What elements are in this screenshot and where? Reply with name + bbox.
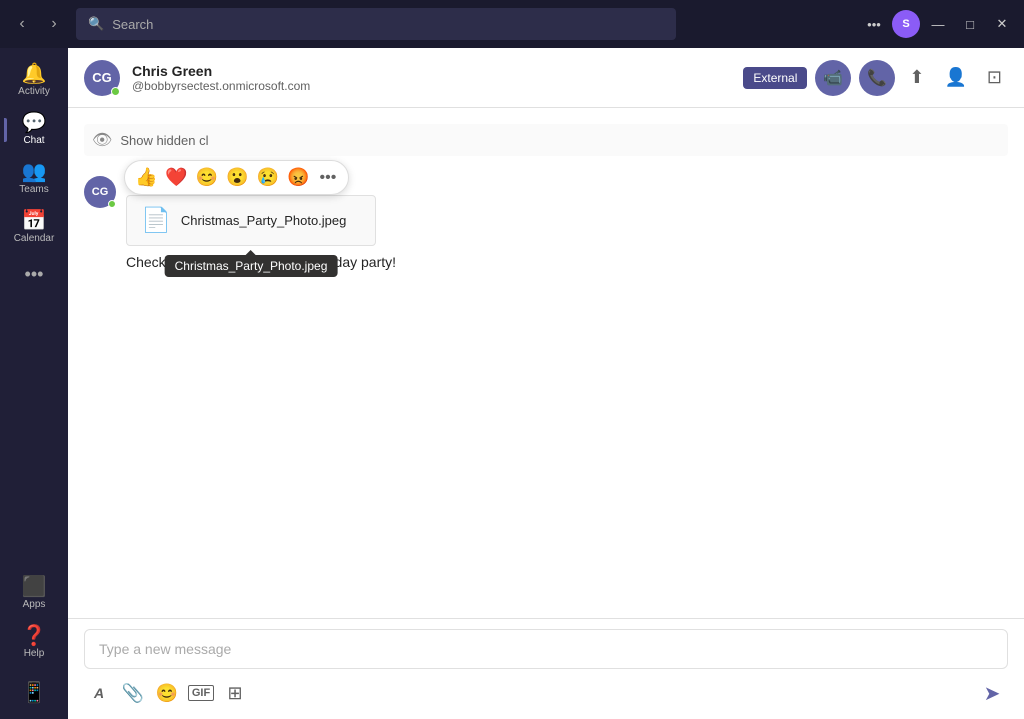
sidebar-label-chat: Chat (23, 135, 44, 146)
reaction-heart[interactable]: ❤️ (163, 165, 189, 190)
message-avatar: CG (84, 176, 116, 208)
user-avatar-button[interactable]: S (892, 10, 920, 38)
file-name: Christmas_Party_Photo.jpeg (181, 213, 346, 228)
share-icon: ⬆ (909, 67, 924, 88)
expand-icon: ⊡ (987, 67, 1002, 88)
message-input-box[interactable]: Type a new message (84, 629, 1008, 669)
sidebar-item-apps[interactable]: ⬛ Apps (8, 569, 60, 618)
chat-header: CG Chris Green @bobbyrsectest.onmicrosof… (68, 48, 1024, 108)
back-button[interactable]: ‹ (8, 10, 36, 38)
attach-button[interactable]: 📎 (118, 678, 148, 708)
sticker-button[interactable]: ⊞ (220, 678, 250, 708)
sidebar-more-dots[interactable]: ••• (25, 252, 44, 297)
emoji-button[interactable]: 😊 (152, 678, 182, 708)
chat-panel: CG Chris Green @bobbyrsectest.onmicrosof… (68, 48, 1024, 719)
sidebar-label-help: Help (24, 648, 45, 659)
file-attachment[interactable]: 📄 Christmas_Party_Photo.jpeg Christmas_P… (126, 195, 376, 246)
add-people-button[interactable]: 👤 (938, 61, 972, 94)
chat-icon: 💬 (22, 113, 47, 133)
message-text: Check out this photo from the holiday pa… (126, 254, 1008, 270)
input-toolbar: A 📎 😊 GIF ⊞ ➤ (84, 677, 1008, 709)
people-icon: 👤 (944, 67, 966, 88)
sidebar: 🔔 Activity 💬 Chat 👥 Teams 📅 Calendar •••… (0, 48, 68, 719)
content-area: CG Chris Green @bobbyrsectest.onmicrosof… (68, 48, 1024, 719)
search-input[interactable] (112, 17, 664, 32)
share-screen-button[interactable]: ⬆ (903, 61, 930, 94)
sidebar-item-activity[interactable]: 🔔 Activity (8, 56, 60, 105)
sidebar-item-help[interactable]: ❓ Help (8, 618, 60, 667)
reaction-smile[interactable]: 😊 (194, 165, 220, 190)
gif-button[interactable]: GIF (186, 678, 216, 708)
chat-messages[interactable]: 👁 Show hidden cl 👍 ❤️ 😊 😮 😢 😡 ••• (68, 108, 1024, 618)
maximize-button[interactable]: □ (956, 10, 984, 38)
calendar-icon: 📅 (22, 211, 47, 231)
more-options-button[interactable]: ••• (860, 10, 888, 38)
pop-out-button[interactable]: ⊡ (981, 61, 1008, 94)
help-icon: ❓ (22, 626, 47, 646)
video-call-button[interactable]: 📹 (815, 60, 851, 96)
contact-info: Chris Green @bobbyrsectest.onmicrosoft.c… (132, 63, 731, 93)
eye-icon: 👁 (92, 130, 112, 150)
call-icon: 📞 (867, 68, 887, 88)
contact-name: Chris Green (132, 63, 731, 79)
message-group: 👍 ❤️ 😊 😮 😢 😡 ••• CG Chris (84, 176, 1008, 270)
video-icon: 📹 (823, 68, 843, 88)
sidebar-item-phone[interactable]: 📱 (8, 675, 60, 711)
contact-avatar: CG (84, 60, 120, 96)
sidebar-item-chat[interactable]: 💬 Chat (8, 105, 60, 154)
search-icon: 🔍 (88, 16, 104, 32)
audio-call-button[interactable]: 📞 (859, 60, 895, 96)
reaction-thumbsup[interactable]: 👍 (133, 165, 159, 190)
contact-email: @bobbyrsectest.onmicrosoft.com (132, 79, 731, 93)
activity-icon: 🔔 (22, 64, 47, 84)
file-icon: 📄 (141, 206, 171, 235)
attach-icon: 📎 (122, 683, 144, 704)
nav-buttons: ‹ › (8, 10, 68, 38)
title-bar: ‹ › 🔍 ••• S — □ ✕ (0, 0, 1024, 48)
reaction-sad[interactable]: 😢 (255, 165, 281, 190)
gif-label: GIF (188, 685, 214, 701)
sidebar-label-teams: Teams (19, 184, 48, 195)
hidden-chats-bar[interactable]: 👁 Show hidden cl (84, 124, 1008, 156)
send-button[interactable]: ➤ (976, 677, 1008, 709)
phone-icon: 📱 (22, 683, 47, 703)
message-input-area: Type a new message A 📎 😊 GIF (68, 618, 1024, 719)
forward-button[interactable]: › (40, 10, 68, 38)
sidebar-item-teams[interactable]: 👥 Teams (8, 154, 60, 203)
contact-online-dot (111, 87, 120, 96)
hidden-chats-label: Show hidden cl (120, 133, 208, 148)
message-sender-online-dot (108, 200, 116, 208)
reaction-bar: 👍 ❤️ 😊 😮 😢 😡 ••• (124, 160, 349, 195)
sidebar-label-activity: Activity (18, 86, 50, 97)
sidebar-item-calendar[interactable]: 📅 Calendar (8, 203, 60, 252)
header-actions: External 📹 📞 ⬆ 👤 ⊡ (743, 60, 1008, 96)
apps-icon: ⬛ (22, 577, 47, 597)
teams-icon: 👥 (22, 162, 47, 182)
external-badge-button[interactable]: External (743, 67, 807, 89)
reaction-angry[interactable]: 😡 (285, 165, 311, 190)
input-placeholder: Type a new message (99, 641, 231, 657)
close-button[interactable]: ✕ (988, 10, 1016, 38)
emoji-icon: 😊 (156, 683, 178, 704)
more-reactions-button[interactable]: ••• (316, 167, 341, 189)
main-layout: 🔔 Activity 💬 Chat 👥 Teams 📅 Calendar •••… (0, 48, 1024, 719)
title-bar-actions: ••• S — □ ✕ (860, 10, 1016, 38)
sidebar-label-calendar: Calendar (14, 233, 55, 244)
sticker-icon: ⊞ (227, 683, 242, 704)
format-icon: A (94, 685, 104, 701)
sidebar-label-apps: Apps (23, 599, 46, 610)
reaction-surprised[interactable]: 😮 (224, 165, 250, 190)
send-icon: ➤ (984, 681, 1001, 706)
search-bar[interactable]: 🔍 (76, 8, 676, 40)
format-text-button[interactable]: A (84, 678, 114, 708)
minimize-button[interactable]: — (924, 10, 952, 38)
